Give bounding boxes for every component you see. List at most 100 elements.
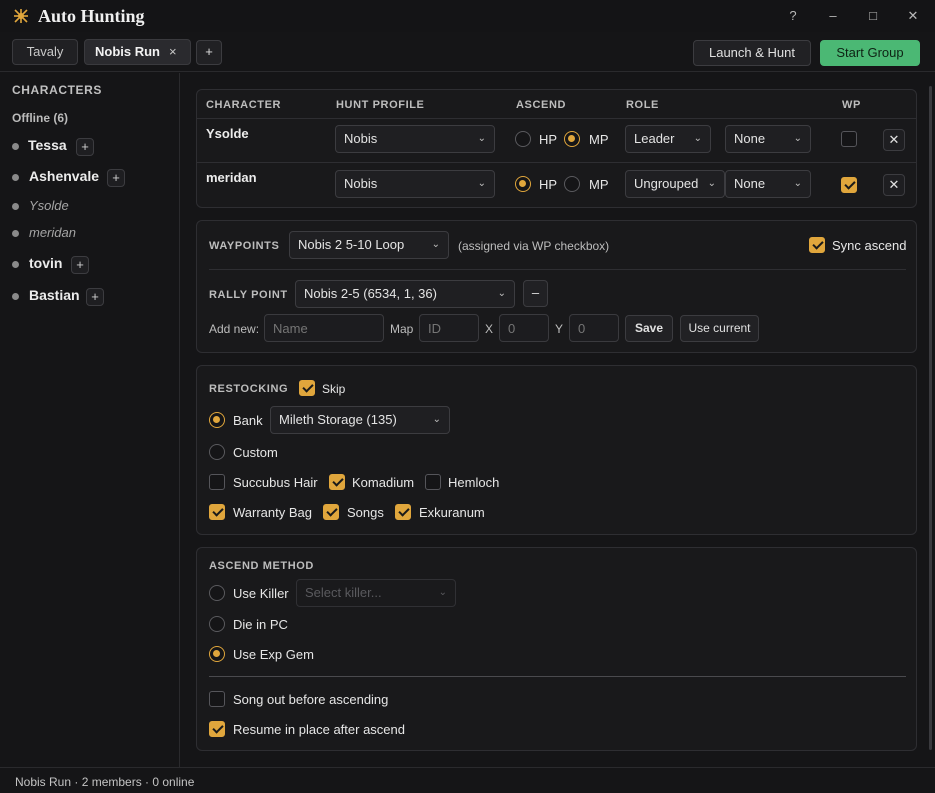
- rally-name-input[interactable]: [264, 314, 384, 342]
- die-in-pc-radio[interactable]: [209, 616, 225, 632]
- song-out-checkbox[interactable]: [209, 691, 225, 707]
- select-value: None: [734, 176, 766, 191]
- col-wp: WP: [842, 99, 861, 111]
- use-killer-label: Use Killer: [233, 586, 289, 601]
- y-coord-input[interactable]: [569, 314, 619, 342]
- select-value: Ungrouped: [634, 176, 699, 191]
- launch-hunt-button[interactable]: Launch & Hunt: [693, 40, 811, 66]
- use-killer-radio[interactable]: [209, 585, 225, 601]
- warranty-bag-checkbox[interactable]: [209, 504, 225, 520]
- group-select[interactable]: None ⌄: [725, 125, 811, 153]
- group-select[interactable]: None ⌄: [725, 170, 811, 198]
- x-coord-input[interactable]: [499, 314, 549, 342]
- sync-ascend-checkbox[interactable]: [809, 237, 825, 253]
- sidebar-heading: CHARACTERS: [12, 83, 102, 97]
- remove-member-button[interactable]: ✕: [883, 129, 905, 151]
- waypoints-divider: [209, 269, 906, 270]
- ascend-divider: [209, 676, 906, 677]
- add-character-button[interactable]: +: [71, 256, 89, 274]
- wp-checkbox[interactable]: [841, 131, 857, 147]
- add-character-button[interactable]: +: [86, 288, 104, 306]
- remove-member-button[interactable]: ✕: [883, 174, 905, 196]
- bank-radio[interactable]: [209, 412, 225, 428]
- sidebar-item-ashenvale[interactable]: Ashenvale +: [12, 168, 172, 188]
- map-label: Map: [390, 322, 414, 336]
- tab-bar: Tavaly Nobis Run × + Launch & Hunt Start…: [0, 32, 935, 72]
- role-select[interactable]: Ungrouped ⌄: [625, 170, 725, 198]
- succubus-hair-label: Succubus Hair: [233, 475, 318, 490]
- waypoints-select[interactable]: Nobis 2 5-10 Loop ⌄: [289, 231, 449, 259]
- killer-select[interactable]: Select killer... ⌄: [296, 579, 456, 607]
- bank-location-select[interactable]: Mileth Storage (135) ⌄: [270, 406, 450, 434]
- offline-dot: [12, 143, 19, 150]
- ascend-hp-label: HP: [539, 132, 558, 147]
- ascend-method-panel: ASCEND METHOD Use Killer Select killer..…: [196, 547, 917, 751]
- tab-close-icon[interactable]: ×: [169, 40, 177, 64]
- col-ascend: ASCEND: [516, 99, 567, 111]
- map-id-input[interactable]: [419, 314, 479, 342]
- hemloch-checkbox[interactable]: [425, 474, 441, 490]
- hunt-profile-select[interactable]: Nobis ⌄: [335, 125, 495, 153]
- ascend-hp-label: HP: [539, 177, 558, 192]
- ascend-method-label: ASCEND METHOD: [209, 560, 314, 572]
- select-value: None: [734, 131, 766, 146]
- ascend-mp-radio[interactable]: [564, 176, 580, 192]
- songs-label: Songs: [347, 505, 384, 520]
- custom-radio[interactable]: [209, 444, 225, 460]
- sidebar-item-meridan[interactable]: meridan: [12, 225, 172, 245]
- offline-dot: [12, 203, 19, 210]
- save-rally-button[interactable]: Save: [625, 315, 673, 342]
- ascend-hp-radio[interactable]: [515, 131, 531, 147]
- komadium-checkbox[interactable]: [329, 474, 345, 490]
- start-group-button[interactable]: Start Group: [820, 40, 920, 66]
- minimize-icon[interactable]: –: [823, 6, 843, 26]
- warranty-bag-label: Warranty Bag: [233, 505, 312, 520]
- exkuranum-checkbox[interactable]: [395, 504, 411, 520]
- member-name: meridan: [206, 170, 257, 185]
- hunt-profile-select[interactable]: Nobis ⌄: [335, 170, 495, 198]
- exkuranum-label: Exkuranum: [419, 505, 485, 520]
- character-name: Ashenvale: [29, 168, 100, 184]
- resume-in-place-checkbox[interactable]: [209, 721, 225, 737]
- sidebar-item-bastian[interactable]: Bastian +: [12, 287, 172, 307]
- status-text: Nobis Run · 2 members · 0 online: [15, 775, 195, 789]
- rally-point-select[interactable]: Nobis 2-5 (6534, 1, 36) ⌄: [295, 280, 515, 308]
- chevron-down-icon: ⌄: [497, 288, 506, 299]
- remove-rally-button[interactable]: –: [523, 280, 548, 307]
- use-current-button[interactable]: Use current: [680, 315, 759, 342]
- ascend-hp-radio[interactable]: [515, 176, 531, 192]
- waypoints-note: (assigned via WP checkbox): [458, 239, 610, 253]
- tab-label: Nobis Run: [95, 44, 160, 59]
- add-character-button[interactable]: +: [76, 138, 94, 156]
- app-logo-icon: [14, 9, 28, 23]
- waypoints-label: WAYPOINTS: [209, 240, 280, 252]
- table-row: Ysolde Nobis ⌄ HP MP Leader ⌄ None ⌄ ✕: [197, 119, 916, 162]
- use-exp-gem-radio[interactable]: [209, 646, 225, 662]
- chevron-down-icon: ⌄: [438, 587, 447, 598]
- maximize-icon[interactable]: □: [863, 6, 883, 26]
- waypoints-panel: WAYPOINTS Nobis 2 5-10 Loop ⌄ (assigned v…: [196, 220, 917, 353]
- tab-nobis-run[interactable]: Nobis Run ×: [84, 39, 191, 65]
- main-scrollbar[interactable]: [929, 86, 932, 750]
- use-exp-gem-label: Use Exp Gem: [233, 647, 314, 662]
- succubus-hair-checkbox[interactable]: [209, 474, 225, 490]
- sidebar-item-ysolde[interactable]: Ysolde: [12, 198, 172, 218]
- add-character-button[interactable]: +: [107, 169, 125, 187]
- character-name: meridan: [29, 225, 76, 240]
- title-bar: Auto Hunting ? – □ ✕: [0, 0, 935, 32]
- rally-point-label: RALLY POINT: [209, 289, 288, 301]
- role-select[interactable]: Leader ⌄: [625, 125, 711, 153]
- sidebar-item-tovin[interactable]: tovin +: [12, 255, 172, 275]
- sidebar-item-tessa[interactable]: Tessa +: [12, 137, 172, 157]
- add-tab-button[interactable]: +: [196, 40, 222, 65]
- chevron-down-icon: ⌄: [432, 414, 441, 425]
- help-icon[interactable]: ?: [783, 6, 803, 26]
- wp-checkbox[interactable]: [841, 177, 857, 193]
- ascend-mp-radio[interactable]: [564, 131, 580, 147]
- skip-restock-checkbox[interactable]: [299, 380, 315, 396]
- x-label: X: [485, 322, 494, 336]
- songs-checkbox[interactable]: [323, 504, 339, 520]
- close-window-icon[interactable]: ✕: [903, 6, 923, 26]
- tab-tavaly[interactable]: Tavaly: [12, 39, 78, 65]
- select-value: Leader: [634, 131, 675, 146]
